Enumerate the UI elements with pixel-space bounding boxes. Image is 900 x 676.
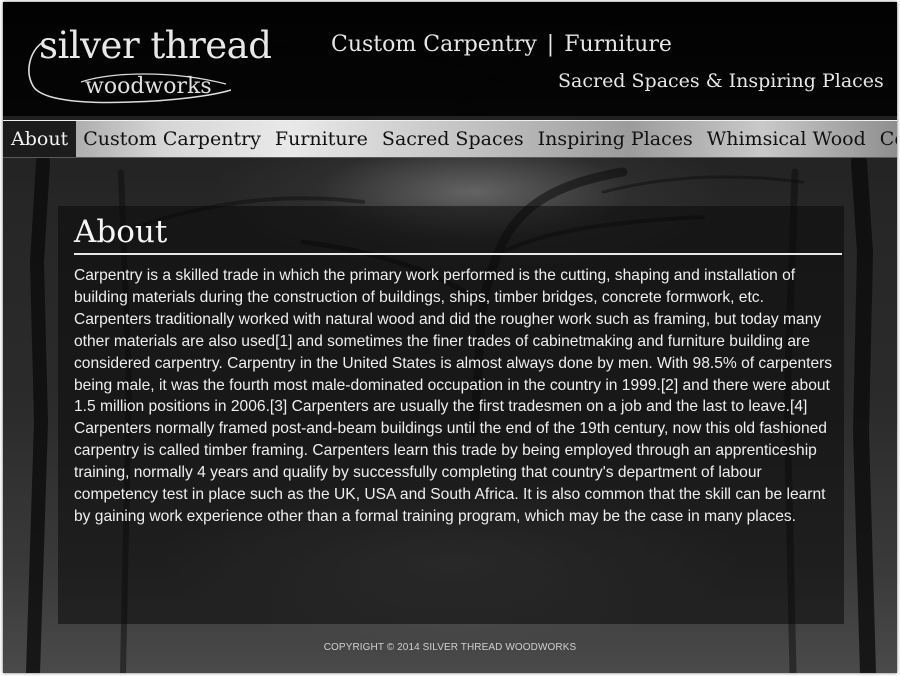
- nav-item-whimsical-wood[interactable]: Whimsical Wood: [700, 121, 873, 157]
- tagline-furniture: Furniture: [564, 32, 672, 57]
- site-header: silver thread woodworks Custom Carpentry…: [3, 2, 897, 116]
- header-tagline-secondary: Sacred Spaces & Inspiring Places: [558, 70, 884, 92]
- footer-copyright: COPYRIGHT © 2014 SILVER THREAD WOODWORKS: [323, 642, 577, 653]
- nav-item-inspiring-places[interactable]: Inspiring Places: [531, 121, 700, 157]
- main-navigation: About Custom Carpentry Furniture Sacred …: [3, 120, 897, 158]
- title-divider: [74, 253, 842, 255]
- site-logo[interactable]: silver thread woodworks: [21, 24, 272, 106]
- header-tagline-primary: Custom Carpentry | Furniture: [331, 32, 672, 57]
- nav-item-sacred-spaces[interactable]: Sacred Spaces: [375, 121, 531, 157]
- content-panel: About Carpentry is a skilled trade in wh…: [58, 206, 844, 624]
- about-body-text: Carpentry is a skilled trade in which th…: [74, 267, 833, 525]
- page-frame: silver thread woodworks Custom Carpentry…: [3, 2, 897, 673]
- nav-item-contact[interactable]: Contact: [873, 121, 897, 157]
- tagline-separator: |: [546, 32, 555, 57]
- nav-item-about[interactable]: About: [3, 121, 77, 157]
- nav-item-furniture[interactable]: Furniture: [268, 121, 375, 157]
- logo-text-primary: silver thread: [39, 24, 272, 67]
- logo-text-secondary: woodworks: [85, 74, 212, 99]
- nav-item-custom-carpentry[interactable]: Custom Carpentry: [76, 121, 268, 157]
- tagline-custom-carpentry: Custom Carpentry: [331, 32, 537, 57]
- page-title: About: [74, 214, 168, 250]
